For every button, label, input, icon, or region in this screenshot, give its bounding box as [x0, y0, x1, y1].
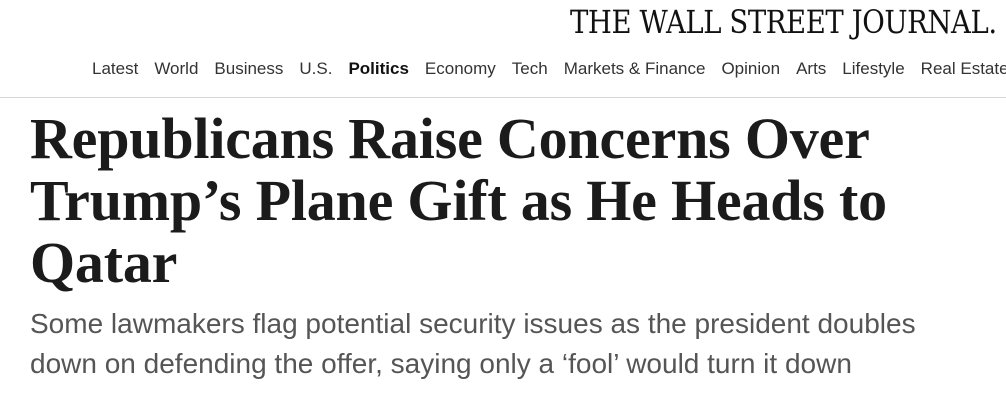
nav-item-us[interactable]: U.S.: [291, 54, 340, 84]
article-page: THE WALL STREET JOURNAL. Latest World Bu…: [0, 0, 1006, 420]
nav-item-tech[interactable]: Tech: [504, 54, 556, 84]
nav-item-economy[interactable]: Economy: [417, 54, 504, 84]
nav-item-markets-finance[interactable]: Markets & Finance: [556, 54, 714, 84]
section-nav-list: Latest World Business U.S. Politics Econ…: [84, 54, 1006, 84]
nav-item-real-estate[interactable]: Real Estate: [913, 54, 1006, 84]
nav-item-opinion[interactable]: Opinion: [713, 54, 788, 84]
nav-item-lifestyle[interactable]: Lifestyle: [834, 54, 912, 84]
nav-divider: [0, 97, 1006, 98]
article-headline: Republicans Raise Concerns Over Trump’s …: [30, 106, 887, 295]
nav-item-politics[interactable]: Politics: [340, 54, 416, 84]
nav-item-latest[interactable]: Latest: [84, 54, 146, 84]
nav-item-world[interactable]: World: [146, 54, 206, 84]
section-nav: Latest World Business U.S. Politics Econ…: [0, 54, 1006, 84]
masthead-logo[interactable]: THE WALL STREET JOURNAL.: [570, 2, 997, 42]
article-dek: Some lawmakers flag potential security i…: [30, 308, 916, 379]
nav-item-business[interactable]: Business: [206, 54, 291, 84]
nav-item-arts[interactable]: Arts: [788, 54, 834, 84]
